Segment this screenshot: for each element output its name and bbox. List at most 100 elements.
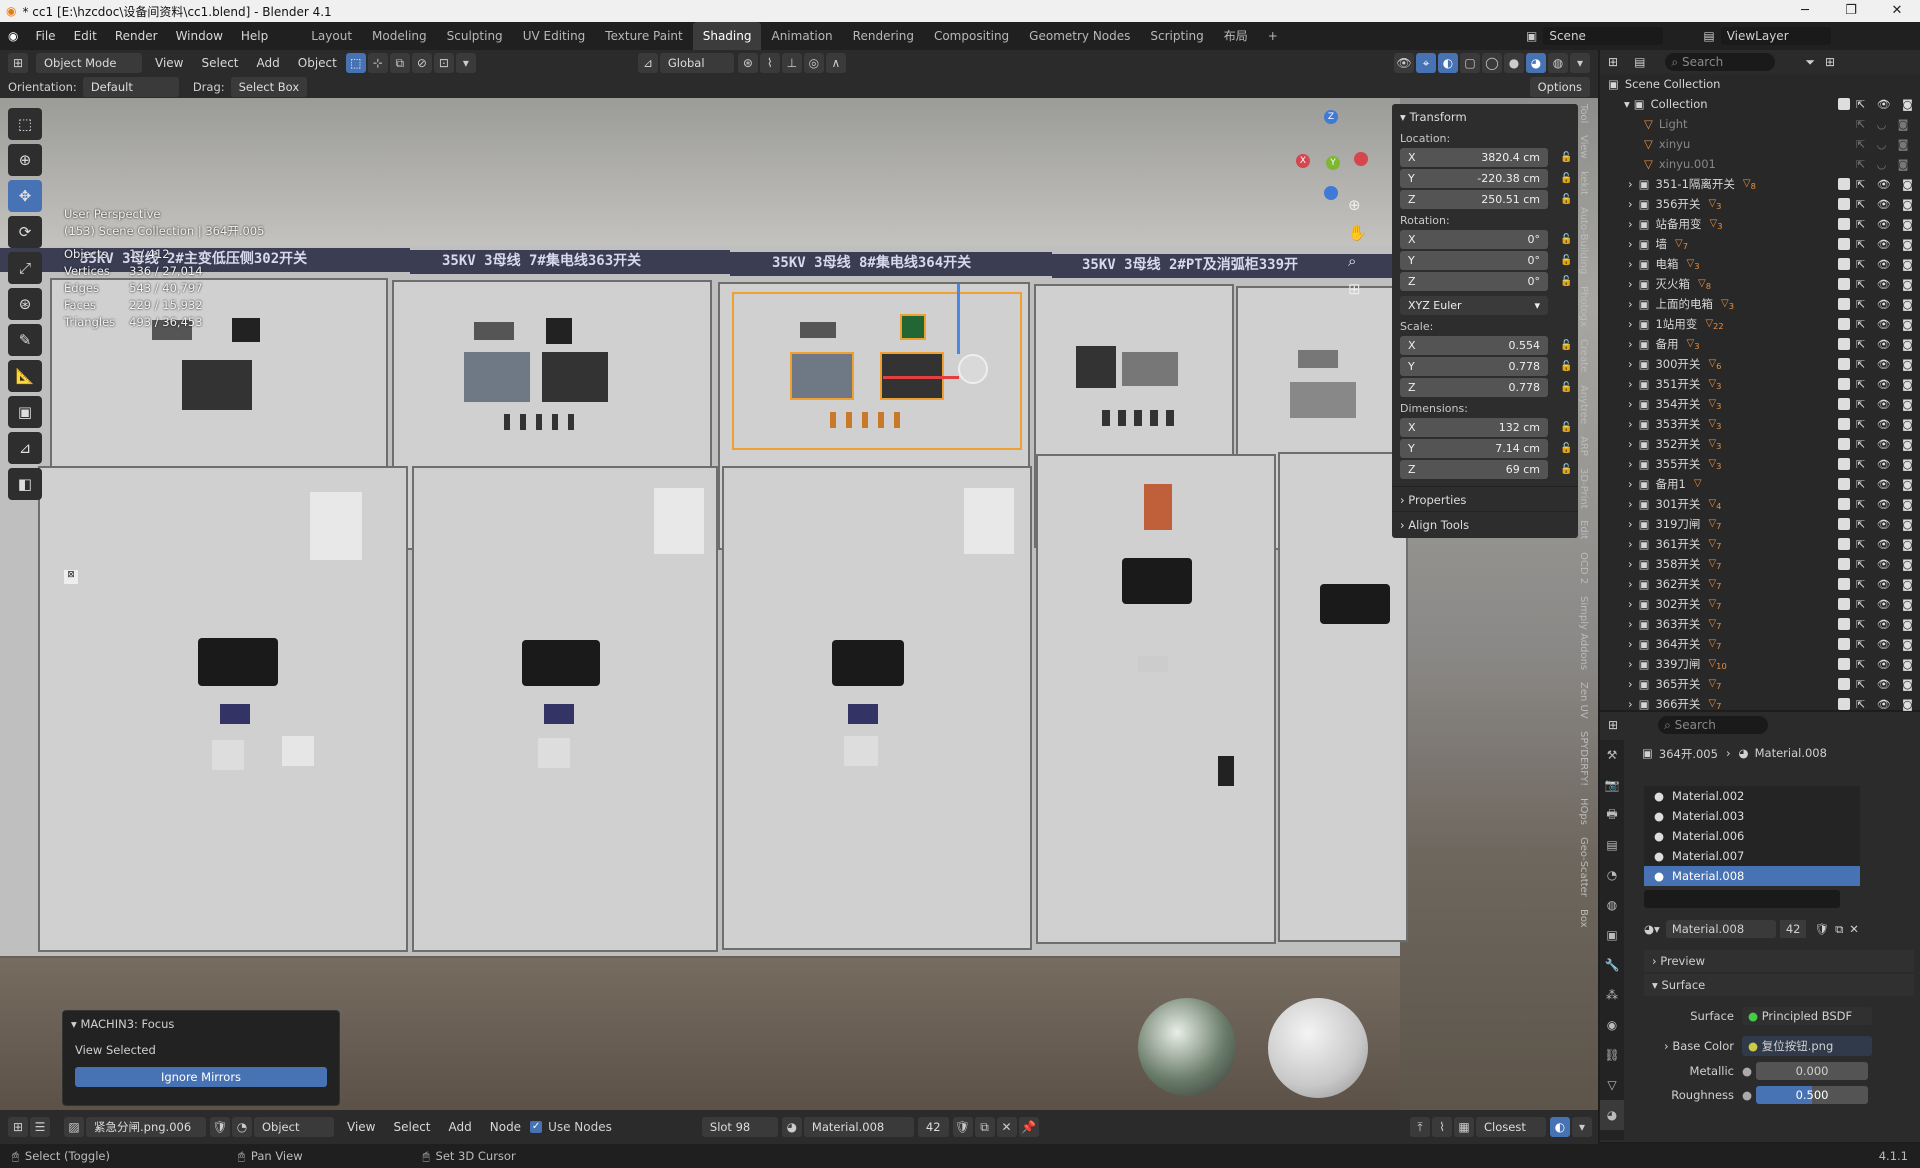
snap-icon[interactable]: ⌇ bbox=[759, 53, 780, 73]
close-button[interactable]: ✕ bbox=[1874, 0, 1920, 22]
material-slot[interactable]: ● Material.008 bbox=[1644, 866, 1860, 886]
sidebar-tab[interactable]: Zen UV bbox=[1578, 682, 1589, 719]
options-dropdown[interactable]: Options bbox=[1529, 77, 1590, 97]
workspace-tab[interactable]: Compositing bbox=[924, 22, 1019, 50]
navigation-gizmo[interactable]: Z X Y bbox=[1290, 110, 1370, 200]
location-field[interactable]: Y -220.38 cm bbox=[1400, 169, 1548, 188]
menu-add[interactable]: Add bbox=[440, 1120, 481, 1134]
preview-panel-header[interactable]: › Preview bbox=[1644, 950, 1914, 972]
workspace-tab[interactable]: + bbox=[1258, 22, 1288, 50]
outliner-collection-row[interactable]: › ▣ 备用 ▽3 ⇱ 👁 ◙ bbox=[1600, 334, 1920, 354]
add-cube-tool-icon[interactable]: ▣ bbox=[8, 396, 42, 428]
lock-icon[interactable]: 🔓 bbox=[1560, 234, 1572, 245]
workspace-tab[interactable]: Layout bbox=[301, 22, 362, 50]
image-icon[interactable]: ▨ bbox=[64, 1117, 84, 1137]
exclude-checkbox[interactable] bbox=[1838, 458, 1850, 470]
menu-add[interactable]: Add bbox=[248, 56, 289, 70]
outliner-collection-row[interactable]: › ▣ 358开关 ▽7 ⇱ 👁 ◙ bbox=[1600, 554, 1920, 574]
extra-tool-icon[interactable]: ⊿ bbox=[8, 432, 42, 464]
outliner-collection-row[interactable]: › ▣ 356开关 ▽3 ⇱ 👁 ◙ bbox=[1600, 194, 1920, 214]
invert-icon[interactable]: ⊘ bbox=[411, 53, 432, 73]
slot-filter-input[interactable] bbox=[1644, 890, 1840, 908]
visibility-icons[interactable]: ⇱ 👁 ◙ bbox=[1856, 518, 1917, 531]
snap-mode-icon[interactable]: ⊹ bbox=[367, 53, 388, 73]
menu-view[interactable]: View bbox=[146, 56, 192, 70]
outliner-collection-row[interactable]: › ▣ 354开关 ▽3 ⇱ 👁 ◙ bbox=[1600, 394, 1920, 414]
collection-row[interactable]: ▾ ▣ Collection ⇱ 👁 ◙ bbox=[1600, 94, 1920, 114]
zoom-icon[interactable]: ⊕ bbox=[1348, 196, 1374, 224]
visibility-icons[interactable]: ⇱ ◡ ◙ bbox=[1856, 138, 1912, 151]
shader-type-dropdown[interactable]: Object bbox=[254, 1117, 334, 1137]
viewlayer-icon[interactable]: ▤ bbox=[1703, 29, 1714, 43]
surface-panel-header[interactable]: ▾ Surface bbox=[1644, 974, 1914, 996]
fake-user-icon[interactable]: 🛡 bbox=[1814, 922, 1829, 936]
visibility-icons[interactable]: ⇱ 👁 ◙ bbox=[1856, 678, 1917, 691]
material-browse-icon[interactable]: ◕▾ bbox=[1644, 922, 1660, 936]
visibility-icons[interactable]: ⇱ 👁 ◙ bbox=[1856, 618, 1917, 631]
outliner-collection-row[interactable]: › ▣ 365开关 ▽7 ⇱ 👁 ◙ bbox=[1600, 674, 1920, 694]
outliner-collection-row[interactable]: › ▣ 站备用变 ▽3 ⇱ 👁 ◙ bbox=[1600, 214, 1920, 234]
menu-select[interactable]: Select bbox=[384, 1120, 439, 1134]
outliner-collection-row[interactable]: › ▣ 364开关 ▽7 ⇱ 👁 ◙ bbox=[1600, 634, 1920, 654]
view-selected-label[interactable]: View Selected bbox=[63, 1037, 339, 1063]
lock-icon[interactable]: 🔓 bbox=[1560, 382, 1572, 393]
pin-icon[interactable]: 📌 bbox=[1018, 1117, 1039, 1137]
annotate-tool-icon[interactable]: ✎ bbox=[8, 324, 42, 356]
falloff-icon[interactable]: ∧ bbox=[825, 53, 846, 73]
material-slot[interactable]: ● Material.006 bbox=[1644, 826, 1860, 846]
dimensions-field[interactable]: Y 7.14 cm bbox=[1400, 439, 1548, 458]
visibility-icons[interactable]: ⇱ 👁 ◙ bbox=[1856, 598, 1917, 611]
gizmo-y[interactable]: Y bbox=[1326, 156, 1340, 170]
surface-shader-field[interactable]: ● Principled BSDF bbox=[1742, 1007, 1872, 1025]
extend-icon[interactable]: ⧉ bbox=[389, 53, 410, 73]
visibility-icons[interactable]: ⇱ 👁 ◙ bbox=[1856, 378, 1917, 391]
outliner-collection-row[interactable]: › ▣ 361开关 ▽7 ⇱ 👁 ◙ bbox=[1600, 534, 1920, 554]
sidebar-tab[interactable]: Edit bbox=[1578, 520, 1589, 539]
display-mode-icon[interactable]: ▤ bbox=[1634, 55, 1645, 69]
view-layer-tab-icon[interactable]: ▤ bbox=[1600, 830, 1624, 860]
exclude-checkbox[interactable] bbox=[1838, 378, 1850, 390]
exclude-checkbox[interactable] bbox=[1838, 498, 1850, 510]
workspace-tab[interactable]: Sculpting bbox=[437, 22, 513, 50]
menu-view[interactable]: View bbox=[338, 1120, 384, 1134]
sidebar-tab[interactable]: 3D-Print bbox=[1578, 468, 1589, 509]
visibility-icons[interactable]: ⇱ 👁 ◙ bbox=[1856, 658, 1917, 671]
exclude-checkbox[interactable] bbox=[1838, 258, 1850, 270]
sidebar-tab[interactable]: Anytree bbox=[1578, 385, 1589, 424]
x-axis-arrow-icon[interactable] bbox=[883, 376, 959, 379]
scale-tool-icon[interactable]: ⤢ bbox=[8, 252, 42, 284]
outliner-collection-row[interactable]: › ▣ 352开关 ▽3 ⇱ 👁 ◙ bbox=[1600, 434, 1920, 454]
dimensions-field[interactable]: X 132 cm bbox=[1400, 418, 1548, 437]
material-name-field[interactable]: Material.008 bbox=[1665, 920, 1776, 938]
lock-icon[interactable]: 🔓 bbox=[1560, 194, 1572, 205]
constraints-tab-icon[interactable]: ⛓ bbox=[1600, 1040, 1624, 1070]
outliner-collection-row[interactable]: › ▣ 电箱 ▽3 ⇱ 👁 ◙ bbox=[1600, 254, 1920, 274]
shader-type-icon[interactable]: ◔ bbox=[232, 1117, 252, 1137]
outliner-collection-row[interactable]: › ▣ 363开关 ▽7 ⇱ 👁 ◙ bbox=[1600, 614, 1920, 634]
menu-file[interactable]: File bbox=[26, 29, 64, 43]
exclude-checkbox[interactable] bbox=[1838, 658, 1850, 670]
light-empty-icon[interactable]: ⊠ bbox=[64, 570, 78, 584]
hamburger-menu-icon[interactable]: ☰ bbox=[30, 1117, 50, 1137]
exclude-checkbox[interactable] bbox=[1838, 638, 1850, 650]
pan-hand-icon[interactable]: ✋ bbox=[1348, 224, 1374, 252]
gizmo-neg-z[interactable] bbox=[1324, 186, 1338, 200]
menu-select[interactable]: Select bbox=[192, 56, 247, 70]
solid-shading-icon[interactable]: ● bbox=[1504, 53, 1524, 73]
material-slot[interactable]: ● Material.003 bbox=[1644, 806, 1860, 826]
dimensions-field[interactable]: Z 69 cm bbox=[1400, 460, 1548, 479]
properties-search-input[interactable]: ⌕ Search bbox=[1658, 716, 1769, 734]
visibility-icons[interactable]: ⇱ 👁 ◙ bbox=[1856, 298, 1917, 311]
outliner-collection-row[interactable]: › ▣ 366开关 ▽7 ⇱ 👁 ◙ bbox=[1600, 694, 1920, 714]
editor-type-icon[interactable]: ⊞ bbox=[1608, 718, 1618, 732]
cursor-tool-icon[interactable]: ⊕ bbox=[8, 144, 42, 176]
outliner-collection-row[interactable]: › ▣ 1站用变 ▽22 ⇱ 👁 ◙ bbox=[1600, 314, 1920, 334]
outliner-collection-row[interactable]: › ▣ 302开关 ▽7 ⇱ 👁 ◙ bbox=[1600, 594, 1920, 614]
lock-icon[interactable]: 🔓 bbox=[1560, 276, 1572, 287]
rendered-shading-icon[interactable]: ◍ bbox=[1548, 53, 1568, 73]
visibility-icons[interactable]: ⇱ 👁 ◙ bbox=[1856, 478, 1917, 491]
material-users-count[interactable]: 42 bbox=[1779, 920, 1807, 938]
fake-user-icon[interactable]: 🛡 bbox=[952, 1117, 973, 1137]
visibility-icons[interactable]: ⇱ 👁 ◙ bbox=[1856, 698, 1917, 711]
scale-field[interactable]: Y 0.778 bbox=[1400, 357, 1548, 376]
